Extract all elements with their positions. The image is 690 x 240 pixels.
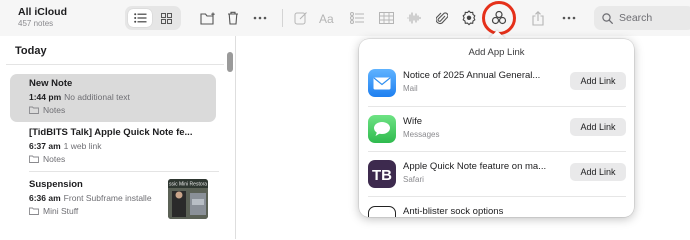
messages-icon xyxy=(368,115,396,143)
row-divider xyxy=(368,106,626,107)
app-link-row-messages: Wife Messages Add Link xyxy=(359,109,634,151)
folder-icon xyxy=(29,106,39,114)
row-divider xyxy=(368,196,626,197)
notes-app-icon xyxy=(368,206,396,217)
note-meta: 6:37 am 1 web link xyxy=(29,141,216,151)
note-item-tidbits[interactable]: [TidBITS Talk] Apple Quick Note fe... 6:… xyxy=(10,123,216,171)
share-icon[interactable] xyxy=(526,7,550,29)
attachment-icon[interactable] xyxy=(430,7,454,29)
section-title: Today xyxy=(15,45,47,57)
note-thumbnail: ssic Mini Restora xyxy=(168,179,208,219)
account-title: All iCloud xyxy=(18,6,67,18)
popover-title: Add App Link xyxy=(468,47,525,58)
account-header: All iCloud 457 notes xyxy=(18,6,67,28)
note-snippet: Front Subframe installe xyxy=(63,193,152,203)
app-link-row-partial: Anti-blister sock options xyxy=(359,202,634,217)
mail-icon xyxy=(368,69,396,97)
table-icon[interactable] xyxy=(374,7,398,29)
link-title: Anti-blister sock options xyxy=(403,206,504,217)
search-field[interactable]: Search xyxy=(594,6,690,30)
note-snippet: 1 web link xyxy=(63,141,102,151)
folder-icon xyxy=(29,155,39,163)
note-count: 457 notes xyxy=(18,19,54,28)
link-app-name: Messages xyxy=(403,130,440,139)
view-toggle xyxy=(125,6,181,30)
note-item-suspension[interactable]: Suspension 6:36 am Front Subframe install… xyxy=(10,175,216,223)
note-snippet: No additional text xyxy=(64,92,130,102)
note-folder: Notes xyxy=(29,154,216,164)
toolbar-divider xyxy=(282,9,283,27)
note-folder-label: Notes xyxy=(43,105,66,115)
row-divider xyxy=(368,151,626,152)
svg-text:TB: TB xyxy=(372,167,392,182)
add-link-button[interactable]: Add Link xyxy=(570,163,626,181)
new-folder-icon[interactable] xyxy=(196,7,220,29)
list-view-icon[interactable] xyxy=(128,9,152,27)
link-title: Notice of 2025 Annual General... xyxy=(403,70,541,81)
note-time: 6:37 am xyxy=(29,141,61,151)
note-folder: Notes xyxy=(29,105,216,115)
note-title: [TidBITS Talk] Apple Quick Note fe... xyxy=(29,127,193,138)
note-title: New Note xyxy=(29,78,73,89)
svg-text:Aa: Aa xyxy=(319,12,334,24)
section-divider xyxy=(6,64,224,65)
toolbar: All iCloud 457 notes Aa Search xyxy=(0,0,690,36)
tidbits-icon: TB xyxy=(368,160,396,188)
link-title: Apple Quick Note feature on ma... xyxy=(403,161,547,172)
note-time: 6:36 am xyxy=(29,193,61,203)
highlight-circle xyxy=(482,1,516,35)
note-folder-label: Notes xyxy=(43,154,66,164)
gallery-view-icon[interactable] xyxy=(154,9,178,27)
checklist-icon[interactable] xyxy=(345,7,369,29)
note-meta: 6:36 am Front Subframe installe xyxy=(29,193,161,203)
trash-icon[interactable] xyxy=(221,7,245,29)
note-folder-label: Mini Stuff xyxy=(43,206,79,216)
collaborate-badge-icon[interactable] xyxy=(457,7,481,29)
add-app-link-popover: Add App Link Notice of 2025 Annual Gener… xyxy=(359,39,634,217)
thumbnail-caption: ssic Mini Restora xyxy=(169,182,207,188)
scrollbar[interactable] xyxy=(227,52,233,72)
more-icon[interactable] xyxy=(248,7,272,29)
note-time: 1:44 pm xyxy=(29,92,62,102)
search-icon xyxy=(602,12,613,24)
note-meta: 1:44 pm No additional text xyxy=(29,92,216,102)
note-divider xyxy=(29,171,219,172)
note-item-new-note[interactable]: New Note 1:44 pm No additional text Notes xyxy=(10,74,216,122)
app-link-row-safari: TB Apple Quick Note feature on ma... Saf… xyxy=(359,154,634,196)
note-list: Today New Note 1:44 pm No additional text… xyxy=(0,36,236,239)
more-options-icon[interactable] xyxy=(557,7,581,29)
audio-icon[interactable] xyxy=(402,7,426,29)
link-app-name: Mail xyxy=(403,84,418,93)
add-link-button[interactable]: Add Link xyxy=(570,118,626,136)
link-app-name: Safari xyxy=(403,175,424,184)
compose-icon[interactable] xyxy=(289,7,313,29)
folder-icon xyxy=(29,207,39,215)
app-link-row-mail: Notice of 2025 Annual General... Mail Ad… xyxy=(359,63,634,105)
format-text-icon[interactable]: Aa xyxy=(316,7,340,29)
search-placeholder: Search xyxy=(619,12,653,24)
link-title: Wife xyxy=(403,116,422,127)
add-link-button[interactable]: Add Link xyxy=(570,72,626,90)
